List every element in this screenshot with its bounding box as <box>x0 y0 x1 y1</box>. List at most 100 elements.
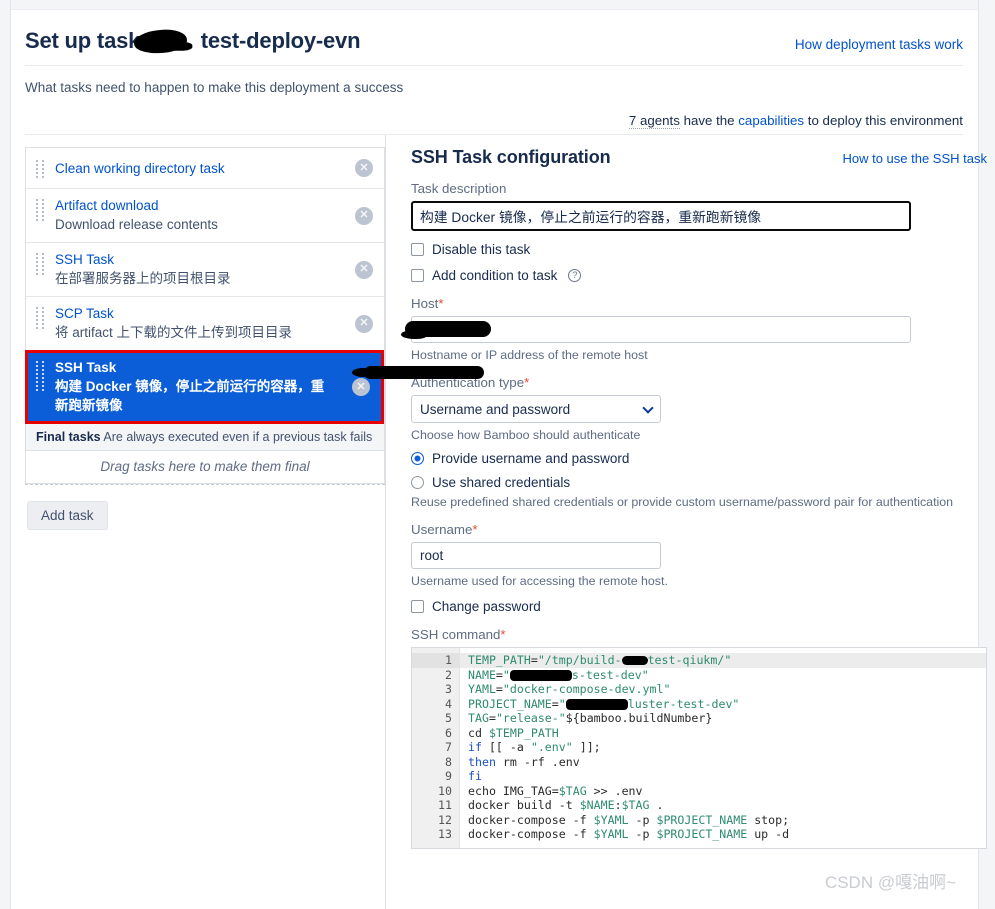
line-number: 10 <box>438 783 452 798</box>
change-password-checkbox[interactable] <box>411 600 424 613</box>
page-subtitle: What tasks need to happen to make this d… <box>25 80 404 95</box>
task-list-item-3[interactable]: SCP Task 将 artifact 上下载的文件上传到项目目录 ✕ <box>26 297 384 351</box>
add-condition-label[interactable]: Add condition to task <box>432 268 557 283</box>
radio-shared-credentials-label[interactable]: Use shared credentials <box>432 475 570 490</box>
task-item-description: 将 artifact 上下载的文件上传到项目目录 <box>55 325 293 340</box>
task-config-panel: SSH Task configuration How to use the SS… <box>385 135 995 909</box>
radio-provide-credentials-row[interactable]: Provide username and password <box>411 451 987 466</box>
page-title: Set up tasks: test-deploy-evn <box>25 28 361 55</box>
page-title-text: Set up tasks: test-deploy-evn <box>25 28 361 53</box>
delete-task-icon[interactable]: ✕ <box>355 314 373 333</box>
task-description-label: Task description <box>411 181 507 196</box>
redaction-blob-host <box>401 321 491 339</box>
credentials-help-text: Reuse predefined shared credentials or p… <box>411 495 954 509</box>
code-line-10: echo IMG_TAG=$TAG >> .env <box>468 783 643 798</box>
final-tasks-label: Final tasks <box>36 430 101 444</box>
final-tasks-drop-zone[interactable]: Drag tasks here to make them final <box>25 451 385 484</box>
agents-capabilities-line: 7 agents have the capabilities to deploy… <box>12 113 978 129</box>
code-line-7: if [[ -a ".env" ]]; <box>468 740 601 754</box>
line-number: 3 <box>445 682 452 696</box>
line-number: 8 <box>445 754 452 769</box>
change-password-label[interactable]: Change password <box>432 599 541 614</box>
code-line-11: docker build -t $NAME:$TAG . <box>468 798 664 812</box>
window-edge-left <box>0 0 11 909</box>
line-number: 1 <box>412 653 459 668</box>
editor-gutter: 1 2 3 4 5 6 7 8 9 10 11 12 13 <box>412 648 460 848</box>
task-list-item-2[interactable]: SSH Task 在部署服务器上的项目根目录 ✕ <box>26 243 384 297</box>
add-task-container: Add task <box>25 485 385 530</box>
radio-provide-credentials-label[interactable]: Provide username and password <box>432 451 629 466</box>
task-item-title: Clean working directory task <box>55 160 225 176</box>
line-number: 2 <box>445 667 452 682</box>
code-line-6: cd $TEMP_PATH <box>468 725 559 740</box>
capabilities-link[interactable]: capabilities <box>738 113 804 128</box>
task-item-title: Artifact download <box>55 198 159 213</box>
ssh-command-editor[interactable]: 1 2 3 4 5 6 7 8 9 10 11 12 13 TEMP_PATH=… <box>411 647 987 849</box>
drag-handle-icon[interactable] <box>36 307 45 329</box>
ssh-command-label: SSH command* <box>411 627 506 642</box>
redaction-blob-delete-icon <box>352 366 484 379</box>
radio-shared-credentials[interactable] <box>411 476 424 489</box>
page-header: Set up tasks: test-deploy-evn How deploy… <box>12 11 978 55</box>
delete-task-icon[interactable]: ✕ <box>355 206 373 225</box>
task-list-item-0[interactable]: Clean working directory task ✕ <box>26 148 384 189</box>
line-number: 11 <box>438 798 452 812</box>
radio-shared-credentials-row[interactable]: Use shared credentials <box>411 475 987 490</box>
task-list-item-1[interactable]: Artifact download Download release conte… <box>26 189 384 243</box>
add-condition-checkbox[interactable] <box>411 269 424 282</box>
task-item-text: SSH Task 在部署服务器上的项目根目录 <box>55 251 231 288</box>
change-password-row[interactable]: Change password <box>411 599 987 614</box>
task-item-title: SSH Task <box>55 360 117 375</box>
task-item-title: SCP Task <box>55 306 114 321</box>
redaction-blob-code-4 <box>565 698 628 710</box>
line-number: 6 <box>445 725 452 740</box>
page-body: Clean working directory task ✕ Artifact … <box>12 135 987 909</box>
code-line-8: then rm -rf .env <box>468 754 580 769</box>
agents-suffix-text: to deploy this environment <box>804 113 963 128</box>
editor-code-area[interactable]: TEMP_PATH="/tmp/build-test-qiukm/" NAME=… <box>460 648 986 848</box>
drag-handle-icon[interactable] <box>36 253 45 275</box>
task-description-input[interactable] <box>411 201 911 231</box>
redaction-blob-code-1 <box>621 656 648 665</box>
app-window: Set up tasks: test-deploy-evn How deploy… <box>0 0 995 909</box>
help-question-icon[interactable]: ? <box>568 269 582 282</box>
disable-task-checkbox[interactable] <box>411 243 424 256</box>
username-input[interactable] <box>411 542 661 569</box>
panel-title: SSH Task configuration <box>411 147 611 167</box>
username-label: Username* <box>411 522 478 537</box>
task-item-text: SSH Task 构建 Docker 镜像，停止之前运行的容器，重新跑新镜像 <box>55 359 337 415</box>
disable-task-row[interactable]: Disable this task <box>411 242 987 257</box>
line-number: 13 <box>438 827 452 841</box>
code-line-1: TEMP_PATH="/tmp/build-test-qiukm/" <box>460 653 986 668</box>
delete-task-icon[interactable]: ✕ <box>355 159 373 177</box>
add-task-button[interactable]: Add task <box>27 501 108 530</box>
auth-type-help-text: Choose how Bamboo should authenticate <box>411 428 641 442</box>
task-item-description: Download release contents <box>55 217 218 232</box>
disable-task-label[interactable]: Disable this task <box>432 242 530 257</box>
how-to-use-ssh-task-link[interactable]: How to use the SSH task <box>842 151 987 166</box>
task-list-column: Clean working directory task ✕ Artifact … <box>25 147 385 849</box>
window-edge-top <box>11 0 978 10</box>
how-deployment-tasks-work-link[interactable]: How deployment tasks work <box>795 37 963 52</box>
final-tasks-bar: Final tasks Are always executed even if … <box>25 424 385 451</box>
radio-provide-credentials[interactable] <box>411 452 424 465</box>
redaction-blob-code-2 <box>509 669 572 681</box>
add-condition-row[interactable]: Add condition to task ? <box>411 268 987 283</box>
code-line-5: TAG="release-"${bamboo.buildNumber} <box>468 711 713 725</box>
task-list-item-4-selected[interactable]: SSH Task 构建 Docker 镜像，停止之前运行的容器，重新跑新镜像 ✕ <box>25 350 384 424</box>
task-item-description: 在部署服务器上的项目根目录 <box>55 271 231 286</box>
drag-handle-icon[interactable] <box>36 361 45 391</box>
delete-task-icon[interactable]: ✕ <box>355 260 373 279</box>
page-content: Set up tasks: test-deploy-evn How deploy… <box>12 11 987 909</box>
drag-handle-icon[interactable] <box>36 199 45 221</box>
delete-task-icon[interactable]: ✕ <box>352 378 370 396</box>
drag-handle-icon[interactable] <box>36 160 45 178</box>
task-item-text: Clean working directory task <box>55 160 225 177</box>
username-help-text: Username used for accessing the remote h… <box>411 574 668 588</box>
code-line-13: docker-compose -f $YAML -p $PROJECT_NAME… <box>468 827 790 841</box>
task-item-description: 构建 Docker 镜像，停止之前运行的容器，重新跑新镜像 <box>55 379 325 413</box>
line-number: 9 <box>445 769 452 783</box>
code-line-2: NAME=" s-test-dev" <box>468 667 649 682</box>
auth-type-select[interactable]: Username and password <box>411 395 661 423</box>
host-help-text: Hostname or IP address of the remote hos… <box>411 348 648 362</box>
